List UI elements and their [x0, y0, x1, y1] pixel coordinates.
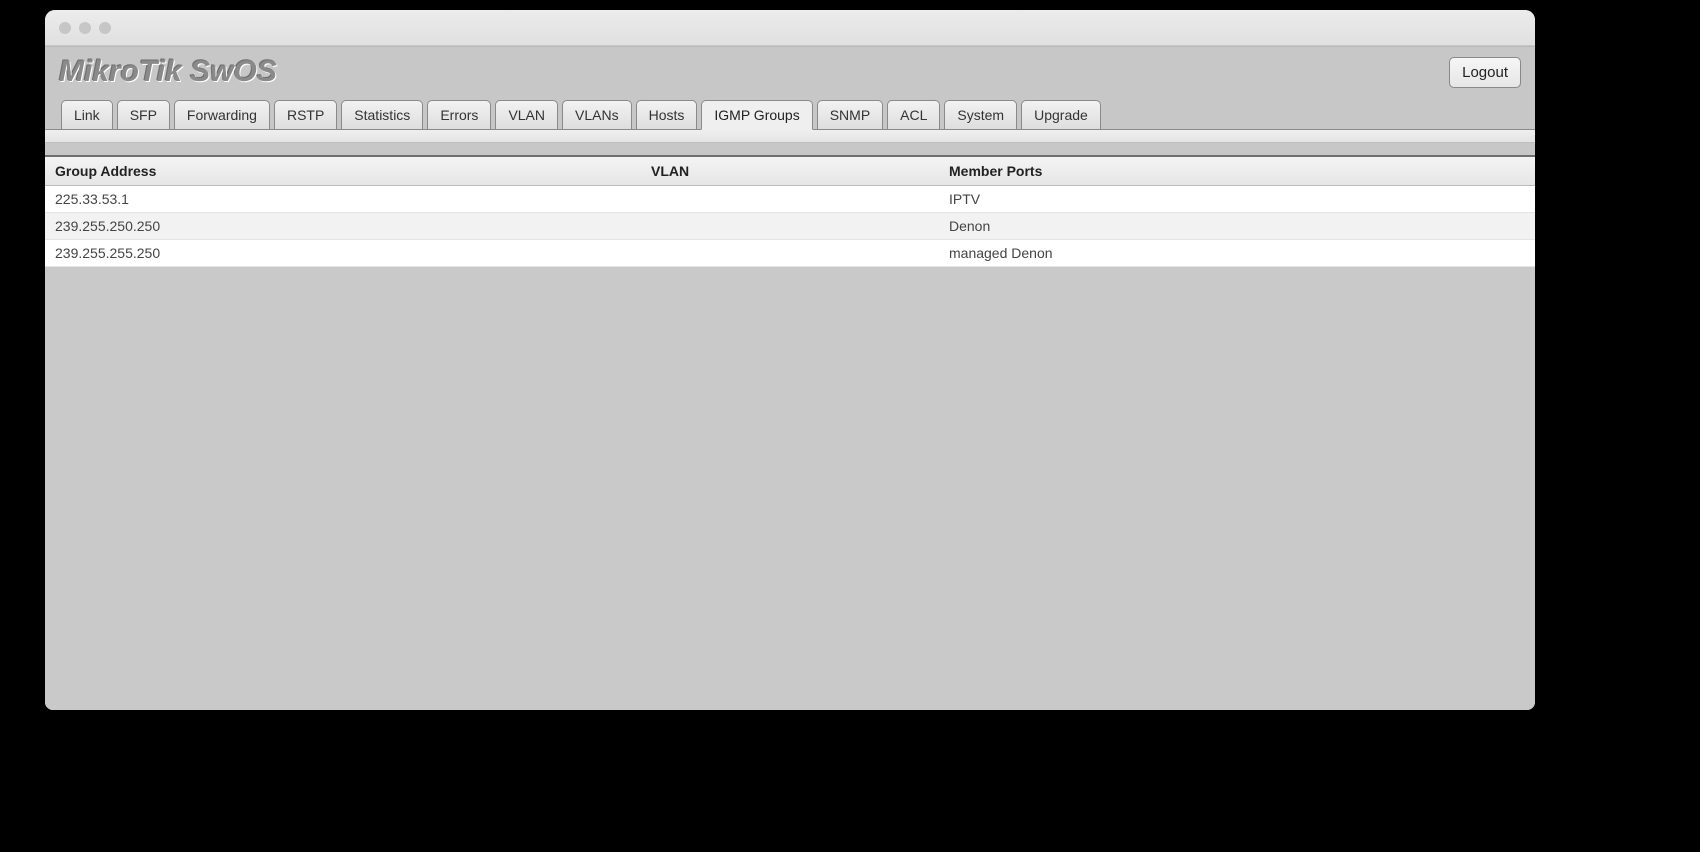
window-titlebar — [45, 10, 1535, 46]
tab-forwarding[interactable]: Forwarding — [174, 100, 270, 130]
tab-system[interactable]: System — [944, 100, 1017, 130]
tab-upgrade[interactable]: Upgrade — [1021, 100, 1101, 130]
tabs-row: Link SFP Forwarding RSTP Statistics Errors VLA… — [45, 89, 1535, 129]
app-frame: MikroTik SwOS Logout Link SFP Forwarding RS… — [45, 46, 1535, 710]
logout-button[interactable]: Logout — [1449, 57, 1521, 88]
table-row: 225.33.53.1 IPTV — [45, 186, 1535, 213]
tab-label: Statistics — [354, 107, 410, 123]
tab-label: SNMP — [830, 107, 870, 123]
toolbar-spacer — [45, 129, 1535, 143]
content-gap — [45, 143, 1535, 155]
tab-rstp[interactable]: RSTP — [274, 100, 337, 130]
tab-label: System — [957, 107, 1004, 123]
tab-snmp[interactable]: SNMP — [817, 100, 883, 130]
tab-vlan[interactable]: VLAN — [495, 100, 558, 130]
tab-label: SFP — [130, 107, 157, 123]
igmp-groups-table: Group Address VLAN Member Ports 225.33.5… — [45, 157, 1535, 267]
tab-label: IGMP Groups — [714, 107, 799, 123]
tab-statistics[interactable]: Statistics — [341, 100, 423, 130]
table-row: 239.255.255.250 managed Denon — [45, 240, 1535, 267]
tab-label: VLAN — [508, 107, 545, 123]
window-maximize-icon[interactable] — [99, 22, 111, 34]
content-fill — [45, 267, 1535, 710]
window-close-icon[interactable] — [59, 22, 71, 34]
tab-label: Link — [74, 107, 100, 123]
tab-label: Forwarding — [187, 107, 257, 123]
window-minimize-icon[interactable] — [79, 22, 91, 34]
tab-label: ACL — [900, 107, 927, 123]
table-header-row: Group Address VLAN Member Ports — [45, 157, 1535, 186]
cell-member-ports: Denon — [939, 213, 1535, 240]
cell-vlan — [641, 213, 939, 240]
tab-igmp-groups[interactable]: IGMP Groups — [701, 100, 812, 130]
table-row: 239.255.250.250 Denon — [45, 213, 1535, 240]
col-header-group-address: Group Address — [45, 157, 641, 186]
tab-label: RSTP — [287, 107, 324, 123]
tab-hosts[interactable]: Hosts — [636, 100, 698, 130]
cell-group-address: 239.255.250.250 — [45, 213, 641, 240]
cell-member-ports: IPTV — [939, 186, 1535, 213]
tab-vlans[interactable]: VLANs — [562, 100, 632, 130]
tab-label: Errors — [440, 107, 478, 123]
app-title: MikroTik SwOS — [59, 55, 277, 89]
cell-group-address: 239.255.255.250 — [45, 240, 641, 267]
tab-errors[interactable]: Errors — [427, 100, 491, 130]
cell-group-address: 225.33.53.1 — [45, 186, 641, 213]
tab-label: Hosts — [649, 107, 685, 123]
tab-acl[interactable]: ACL — [887, 100, 940, 130]
tab-label: Upgrade — [1034, 107, 1088, 123]
header-row: MikroTik SwOS Logout — [45, 47, 1535, 89]
tab-label: VLANs — [575, 107, 619, 123]
col-header-vlan: VLAN — [641, 157, 939, 186]
cell-vlan — [641, 186, 939, 213]
tab-link[interactable]: Link — [61, 100, 113, 130]
cell-vlan — [641, 240, 939, 267]
igmp-groups-table-wrap: Group Address VLAN Member Ports 225.33.5… — [45, 155, 1535, 267]
app-window: MikroTik SwOS Logout Link SFP Forwarding RS… — [45, 10, 1535, 710]
cell-member-ports: managed Denon — [939, 240, 1535, 267]
tab-sfp[interactable]: SFP — [117, 100, 170, 130]
col-header-member-ports: Member Ports — [939, 157, 1535, 186]
